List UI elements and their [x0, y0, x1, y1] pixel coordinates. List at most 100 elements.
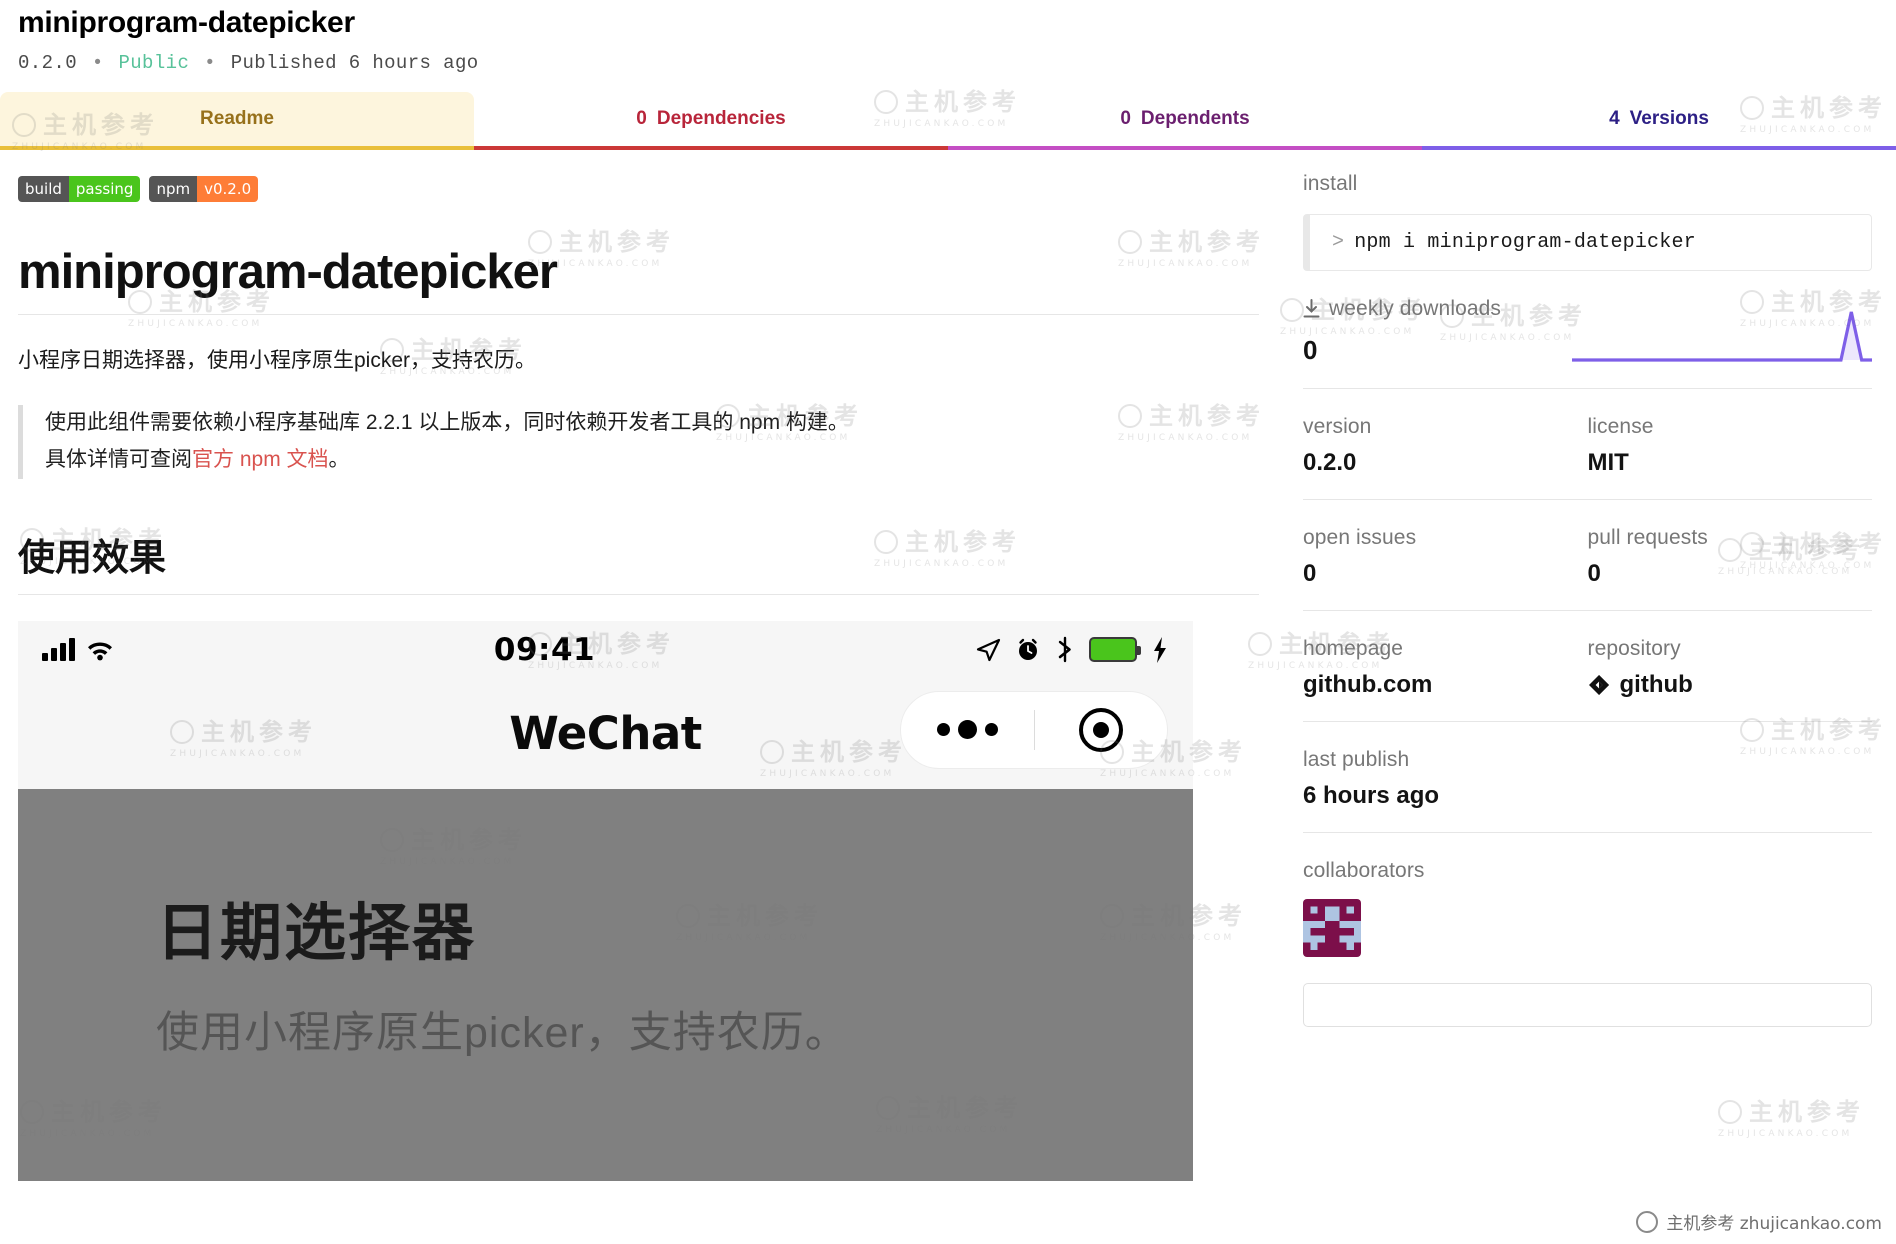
signal-bars-icon — [42, 638, 75, 662]
open-issues-label: open issues — [1303, 525, 1417, 549]
repository-label: repository — [1587, 636, 1681, 660]
download-icon — [1303, 298, 1320, 317]
readme-intro-paragraph: 小程序日期选择器，使用小程序原生picker，支持农历。 — [18, 348, 537, 372]
build-badge-key: build — [18, 175, 69, 202]
downloads-value: 0 — [1303, 334, 1318, 365]
mock-screen-subtitle: 使用小程序原生picker，支持农历。 — [156, 1008, 849, 1057]
homepage-label: homepage — [1303, 636, 1404, 660]
try-on-runkit-box[interactable] — [1303, 982, 1872, 1027]
npm-version-badge[interactable]: npm v0.2.0 — [149, 175, 259, 202]
package-tabs: Readme 0 Dependencies 0 Dependents 4 Ver… — [0, 91, 1896, 150]
sidebar-divider-3 — [1303, 609, 1872, 611]
target-circle-icon — [1078, 707, 1123, 752]
blockquote-line-2-post: 。 — [328, 447, 350, 471]
homepage-block: homepage github.com — [1303, 637, 1588, 699]
mock-screen-title: 日期选择器 — [156, 898, 477, 968]
license-value: MIT — [1587, 448, 1629, 476]
tab-dependencies-count: 0 — [636, 107, 647, 129]
pull-requests-label: pull requests — [1587, 525, 1708, 549]
collaborators-block: collaborators — [1303, 859, 1872, 957]
homepage-value[interactable]: github.com — [1303, 671, 1588, 699]
repository-block: repository github — [1588, 637, 1873, 699]
tab-dependencies-label: Dependencies — [656, 107, 786, 129]
readme-heading-2: 使用效果 — [18, 527, 1259, 595]
version-block: version 0.2.0 — [1303, 415, 1588, 477]
pull-requests-value: 0 — [1587, 559, 1601, 587]
license-block: license MIT — [1588, 415, 1873, 477]
npm-package-page: miniprogram-datepicker 0.2.0 • Public • … — [0, 0, 1896, 1244]
readme-panel: build passing npm v0.2.0 miniprogram-dat… — [0, 150, 1283, 1181]
weekly-downloads-section: weekly downloads 0 — [1303, 297, 1872, 366]
wifi-icon — [88, 642, 112, 661]
meta-separator-2: • — [204, 51, 216, 74]
repository-value-row[interactable]: github — [1588, 671, 1873, 699]
pull-requests-block: pull requests 0 — [1588, 526, 1873, 588]
corner-watermark-text: 主机参考 zhujicankao.com — [1666, 1214, 1882, 1234]
repository-value: github — [1619, 670, 1693, 698]
readme-blockquote: 使用此组件需要依赖小程序基础库 2.2.1 以上版本，同时依赖开发者工具的 np… — [18, 405, 1259, 479]
mock-menu-button[interactable] — [901, 720, 1034, 740]
mock-status-bar: 09:41 — [18, 621, 1193, 679]
downloads-text: weekly downloads 0 — [1303, 297, 1501, 366]
install-command-text: npm i miniprogram-datepicker — [1354, 230, 1696, 254]
corner-watermark: 主机参考 zhujicankao.com — [1636, 1209, 1882, 1234]
alarm-clock-icon — [1019, 638, 1037, 660]
mock-capsule-buttons — [900, 690, 1168, 769]
version-value: 0.2.0 — [1303, 448, 1357, 476]
sidebar-divider-5 — [1303, 831, 1872, 833]
mock-close-button[interactable] — [1035, 707, 1168, 752]
charging-bolt-icon — [1154, 636, 1166, 663]
battery-icon — [1089, 637, 1141, 663]
readme-heading-1: miniprogram-datepicker — [18, 244, 1259, 315]
version-license-row: version 0.2.0 license MIT — [1303, 415, 1872, 477]
package-header: miniprogram-datepicker 0.2.0 • Public • … — [0, 0, 1896, 74]
open-issues-value: 0 — [1303, 559, 1317, 587]
downloads-header: weekly downloads — [1303, 297, 1501, 321]
version-label: version — [1303, 414, 1372, 438]
collaborators-label: collaborators — [1303, 858, 1425, 882]
license-label: license — [1587, 414, 1654, 438]
published-timestamp: Published 6 hours ago — [230, 51, 479, 74]
tab-dependencies[interactable]: 0 Dependencies — [474, 92, 948, 150]
collaborator-avatar[interactable] — [1303, 898, 1361, 957]
npm-badge-value: v0.2.0 — [197, 175, 259, 202]
tab-versions-count: 4 — [1609, 107, 1620, 129]
mock-screen-content: 日期选择器 使用小程序原生picker，支持农历。 — [18, 788, 1193, 1181]
tab-dependents-count: 0 — [1120, 107, 1131, 129]
more-dots-icon — [936, 720, 998, 740]
sidebar-divider-2 — [1303, 498, 1872, 500]
corner-watermark-ring-icon — [1636, 1210, 1659, 1233]
tab-dependents-label: Dependents — [1140, 107, 1250, 129]
downloads-label: weekly downloads — [1329, 296, 1502, 320]
blockquote-line-1: 使用此组件需要依赖小程序基础库 2.2.1 以上版本，同时依赖开发者工具的 np… — [45, 411, 849, 435]
package-meta: 0.2.0 • Public • Published 6 hours ago — [18, 52, 1878, 74]
last-publish-label: last publish — [1303, 747, 1410, 771]
install-label: install — [1303, 171, 1358, 195]
tab-readme[interactable]: Readme — [0, 91, 474, 150]
blockquote-line-2-pre: 具体详情可查阅 — [45, 447, 192, 471]
install-command-box[interactable]: > npm i miniprogram-datepicker — [1303, 213, 1872, 271]
tab-versions-label: Versions — [1629, 107, 1709, 129]
homepage-repository-row: homepage github.com repository github — [1303, 637, 1872, 699]
status-bar-right — [975, 636, 1169, 664]
github-diamond-icon — [1588, 674, 1609, 695]
sidebar-divider-4 — [1303, 720, 1872, 722]
readme-badges: build passing npm v0.2.0 — [18, 175, 1259, 202]
prompt-caret-icon: > — [1332, 230, 1345, 254]
issues-prs-row: open issues 0 pull requests 0 — [1303, 526, 1872, 588]
open-issues-block: open issues 0 — [1303, 526, 1588, 588]
status-bar-left — [42, 638, 114, 662]
last-publish-value: 6 hours ago — [1303, 781, 1440, 809]
phone-screenshot-image: 09:41 WeChat 日期选择器 使用小程序原生picker，支持农历。 — [18, 620, 1193, 1181]
visibility-badge: Public — [118, 51, 190, 74]
mock-clock: 09:41 — [493, 631, 596, 668]
tab-versions[interactable]: 4 Versions — [1422, 92, 1896, 150]
page-body: build passing npm v0.2.0 miniprogram-dat… — [0, 150, 1896, 1181]
location-arrow-icon — [976, 638, 1001, 661]
build-status-badge[interactable]: build passing — [18, 175, 141, 202]
meta-separator-1: • — [91, 51, 104, 74]
npm-docs-link[interactable]: 官方 npm 文档 — [192, 448, 329, 471]
last-publish-block: last publish 6 hours ago — [1303, 748, 1872, 810]
mock-nav-bar: WeChat — [18, 679, 1193, 789]
tab-dependents[interactable]: 0 Dependents — [948, 92, 1422, 150]
